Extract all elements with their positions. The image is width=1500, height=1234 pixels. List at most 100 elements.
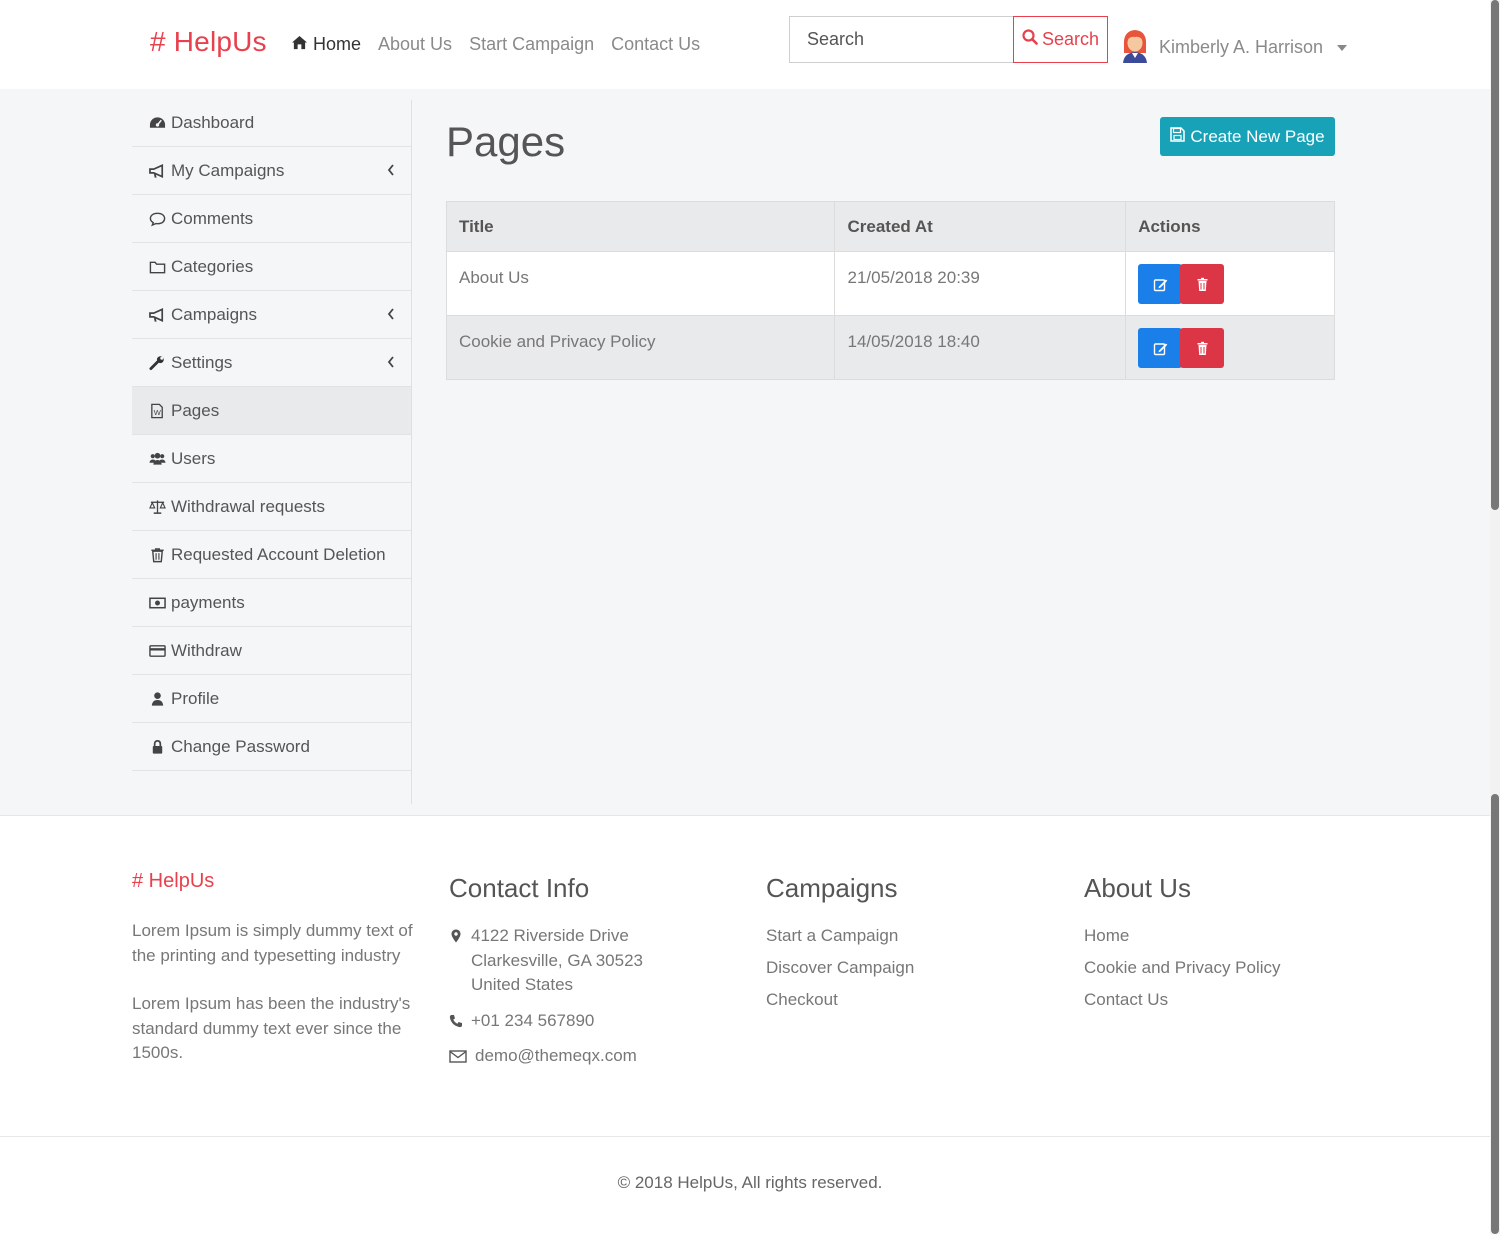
brand-logo[interactable]: # HelpUs bbox=[150, 26, 267, 58]
user-name: Kimberly A. Harrison bbox=[1159, 37, 1324, 57]
sidebar-item-label: Pages bbox=[171, 400, 220, 420]
nav-contact[interactable]: Contact Us bbox=[611, 34, 700, 55]
footer-phone: +01 234 567890 bbox=[449, 1009, 729, 1034]
svg-text:W: W bbox=[153, 408, 161, 417]
footer-link-start-campaign[interactable]: Start a Campaign bbox=[766, 926, 1046, 946]
sidebar-item-label: Profile bbox=[171, 688, 220, 708]
home-icon bbox=[291, 34, 308, 55]
address-line-2: Clarkesville, GA 30523 bbox=[471, 950, 643, 970]
trash-icon bbox=[1197, 341, 1208, 355]
footer-link-home[interactable]: Home bbox=[1084, 926, 1364, 946]
save-icon bbox=[1170, 126, 1186, 147]
sidebar-item-categories[interactable]: Categories bbox=[132, 243, 411, 291]
footer-contact-heading: Contact Info bbox=[449, 873, 590, 903]
trash-icon bbox=[1197, 277, 1208, 291]
search-icon bbox=[1022, 29, 1038, 50]
user-icon bbox=[148, 691, 166, 707]
wrench-icon bbox=[148, 355, 166, 371]
dashboard-icon bbox=[148, 115, 166, 131]
footer-about-us-heading: About Us bbox=[1084, 873, 1191, 903]
sidebar-item-label: Campaigns bbox=[171, 304, 257, 324]
footer-about-text-2: Lorem Ipsum has been the industry's stan… bbox=[132, 994, 411, 1062]
footer-brand[interactable]: # HelpUs bbox=[132, 870, 422, 893]
address-line-3: United States bbox=[471, 975, 574, 994]
sidebar-item-label: Users bbox=[171, 448, 216, 468]
footer-about-column: # HelpUs Lorem Ipsum is simply dummy tex… bbox=[132, 870, 422, 1066]
cell-actions bbox=[1125, 251, 1335, 316]
nav-home[interactable]: Home bbox=[291, 34, 361, 55]
sidebar-item-label: Dashboard bbox=[171, 113, 255, 132]
footer-email: demo@themeqx.com bbox=[449, 1044, 729, 1069]
email-address[interactable]: demo@themeqx.com bbox=[475, 1044, 637, 1069]
sidebar-item-comments[interactable]: Comments bbox=[132, 195, 411, 243]
sidebar-item-pages[interactable]: W Pages bbox=[132, 387, 411, 435]
user-menu[interactable]: Kimberly A. Harrison bbox=[1121, 27, 1348, 68]
edit-button[interactable] bbox=[1138, 328, 1183, 368]
address-line-1: 4122 Riverside Drive bbox=[471, 926, 629, 945]
cell-created-at: 21/05/2018 20:39 bbox=[834, 251, 1127, 316]
table-row: Cookie and Privacy Policy 14/05/2018 18:… bbox=[445, 315, 1335, 380]
trash-icon bbox=[148, 547, 166, 563]
table-header-row: Title Created At Actions bbox=[445, 201, 1335, 252]
phone-icon bbox=[449, 1014, 462, 1027]
sidebar-item-users[interactable]: Users bbox=[132, 435, 411, 483]
cell-actions bbox=[1125, 315, 1335, 380]
sidebar-item-settings[interactable]: Settings bbox=[132, 339, 411, 387]
nav-home-label: Home bbox=[313, 34, 362, 54]
chevron-down-icon bbox=[1337, 44, 1348, 51]
footer-link-discover-campaign[interactable]: Discover Campaign bbox=[766, 958, 1046, 978]
scrollbar-thumb[interactable] bbox=[1491, 794, 1499, 1234]
phone-number: +01 234 567890 bbox=[471, 1010, 595, 1030]
nav-start-campaign[interactable]: Start Campaign bbox=[469, 34, 594, 55]
footer-link-cookie-policy[interactable]: Cookie and Privacy Policy bbox=[1084, 958, 1364, 978]
search-button[interactable]: Search bbox=[1013, 16, 1108, 63]
column-header-title: Title bbox=[445, 201, 836, 252]
bullhorn-icon bbox=[148, 163, 166, 179]
footer-campaigns-column: Campaigns Start a Campaign Discover Camp… bbox=[766, 870, 1046, 1010]
cell-title: Cookie and Privacy Policy bbox=[445, 315, 836, 380]
sidebar-item-label: Change Password bbox=[171, 736, 310, 756]
cell-title: About Us bbox=[445, 251, 836, 316]
folder-icon bbox=[148, 259, 166, 275]
chevron-left-icon bbox=[387, 164, 394, 176]
footer-about-us-column: About Us Home Cookie and Privacy Policy … bbox=[1084, 870, 1364, 1010]
users-icon bbox=[148, 451, 166, 467]
sidebar-item-withdrawal-requests[interactable]: Withdrawal requests bbox=[132, 483, 411, 531]
delete-button[interactable] bbox=[1180, 328, 1225, 368]
footer-contact-column: Contact Info 4122 Riverside Drive Clarke… bbox=[449, 870, 729, 1069]
avatar bbox=[1121, 27, 1149, 68]
scrollbar-thumb-upper[interactable] bbox=[1491, 0, 1499, 510]
map-marker-icon bbox=[451, 929, 461, 943]
nav-about[interactable]: About Us bbox=[378, 34, 452, 55]
sidebar-item-label: Withdraw bbox=[171, 640, 242, 660]
chevron-left-icon bbox=[387, 308, 394, 320]
pages-table: Title Created At Actions About Us 21/05/… bbox=[445, 201, 1335, 380]
footer-about-text-1: Lorem Ipsum is simply dummy text of the … bbox=[132, 921, 413, 965]
sidebar-item-payments[interactable]: payments bbox=[132, 579, 411, 627]
sidebar-item-profile[interactable]: Profile bbox=[132, 675, 411, 723]
envelope-icon bbox=[449, 1050, 467, 1063]
sidebar-item-change-password[interactable]: Change Password bbox=[132, 723, 411, 771]
comment-icon bbox=[148, 211, 166, 227]
footer-link-checkout[interactable]: Checkout bbox=[766, 990, 1046, 1010]
sidebar-item-label: Withdrawal requests bbox=[171, 496, 326, 516]
edit-icon bbox=[1153, 342, 1167, 355]
sidebar-item-dashboard[interactable]: Dashboard bbox=[132, 100, 411, 147]
create-new-page-button[interactable]: Create New Page bbox=[1160, 117, 1335, 156]
page-title: Pages bbox=[446, 118, 566, 165]
sidebar-item-my-campaigns[interactable]: My Campaigns bbox=[132, 147, 411, 195]
footer-link-contact[interactable]: Contact Us bbox=[1084, 990, 1364, 1010]
sidebar-item-withdraw[interactable]: Withdraw bbox=[132, 627, 411, 675]
edit-icon bbox=[1153, 278, 1167, 291]
sidebar-item-campaigns[interactable]: Campaigns bbox=[132, 291, 411, 339]
money-icon bbox=[148, 595, 166, 611]
sidebar-item-label: Comments bbox=[171, 208, 254, 228]
lock-icon bbox=[148, 739, 166, 755]
chevron-left-icon bbox=[387, 356, 394, 368]
sidebar-item-account-deletion[interactable]: Requested Account Deletion bbox=[132, 531, 411, 579]
search-input[interactable] bbox=[789, 16, 1015, 63]
footer-campaigns-heading: Campaigns bbox=[766, 873, 898, 903]
edit-button[interactable] bbox=[1138, 264, 1183, 304]
sidebar-item-label: My Campaigns bbox=[171, 160, 285, 180]
delete-button[interactable] bbox=[1180, 264, 1225, 304]
